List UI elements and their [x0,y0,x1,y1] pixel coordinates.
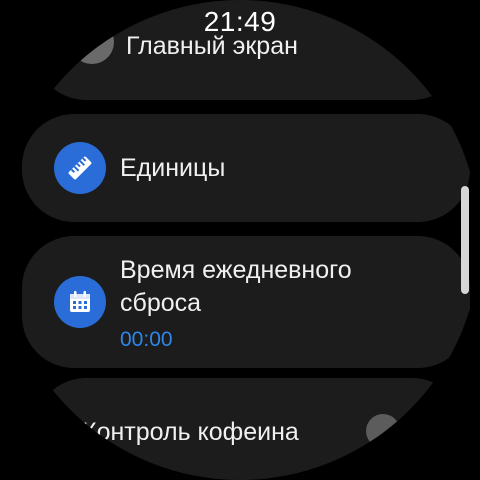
scrollbar[interactable] [461,186,469,294]
caffeine-toggle[interactable] [366,414,400,448]
setting-daily-reset-time[interactable]: Время ежедневного сброса 00:00 [22,236,470,368]
calendar-icon [54,276,106,328]
ruler-icon [54,142,106,194]
setting-daily-reset-value: 00:00 [120,328,173,351]
setting-units[interactable]: Единицы [22,114,470,222]
status-time: 21:49 [203,6,277,37]
setting-units-label: Единицы [120,154,226,182]
setting-caffeine-label: Контроль кофеина [82,418,299,446]
setting-daily-reset-label: Время ежедневного сброса [120,256,352,317]
watch-screen: 21:49 Главный экран Единицы Время ежедне… [0,0,480,480]
